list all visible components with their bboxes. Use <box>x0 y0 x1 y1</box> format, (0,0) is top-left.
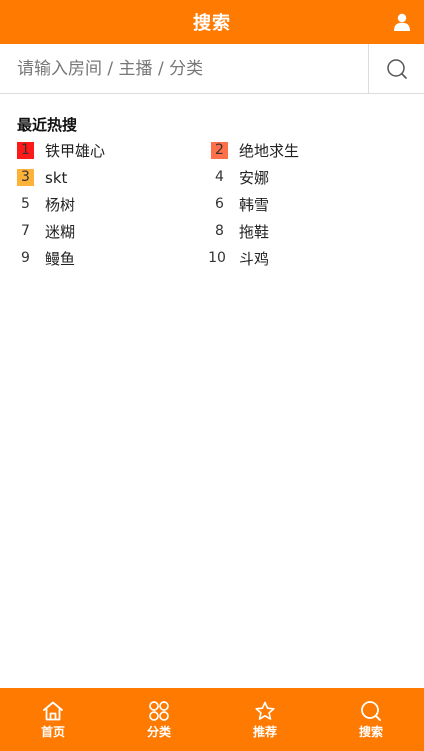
hot-search-item[interactable]: 3 skt <box>17 164 211 191</box>
tab-category[interactable]: 分类 <box>106 688 212 751</box>
hot-search-keyword: 拖鞋 <box>239 223 270 241</box>
hot-search-keyword: 斗鸡 <box>239 250 270 268</box>
hot-search-keyword: 迷糊 <box>45 223 76 241</box>
bottom-tab-bar: 首页 分类 推荐 搜索 <box>0 688 424 751</box>
hot-search-item[interactable]: 2 绝地求生 <box>211 137 405 164</box>
search-button[interactable] <box>368 44 424 93</box>
hot-search-item[interactable]: 8 拖鞋 <box>211 218 405 245</box>
search-bar <box>0 44 424 94</box>
hot-search-keyword: 杨树 <box>45 196 76 214</box>
star-icon <box>255 701 275 720</box>
hot-search-item[interactable]: 10 斗鸡 <box>208 245 405 272</box>
tab-home[interactable]: 首页 <box>0 688 106 751</box>
hot-search-item[interactable]: 5 杨树 <box>17 191 211 218</box>
rank-number: 6 <box>215 196 224 212</box>
search-input[interactable] <box>0 44 368 93</box>
tab-label: 推荐 <box>252 725 277 739</box>
hot-search-keyword: 绝地求生 <box>239 142 300 160</box>
rank-number: 10 <box>208 250 226 266</box>
hot-search-item[interactable]: 7 迷糊 <box>17 218 211 245</box>
hot-search-keyword: 铁甲雄心 <box>45 142 106 160</box>
user-icon[interactable] <box>390 10 414 34</box>
hot-search-keyword: skt <box>45 168 68 187</box>
hot-search-item[interactable]: 4 安娜 <box>211 164 405 191</box>
home-icon <box>43 701 63 721</box>
hot-search-heading: 最近热搜 <box>17 116 78 134</box>
tab-label: 分类 <box>146 725 171 739</box>
search-icon <box>361 701 381 721</box>
tab-recommend[interactable]: 推荐 <box>212 688 318 751</box>
top-bar: 搜索 <box>0 0 424 44</box>
rank-badge: 1 <box>17 142 34 159</box>
tab-label: 搜索 <box>358 725 383 739</box>
rank-number: 4 <box>215 169 224 185</box>
rank-number: 9 <box>21 250 30 266</box>
hot-search-item[interactable]: 1 铁甲雄心 <box>17 137 211 164</box>
rank-badge: 3 <box>17 169 34 186</box>
hot-search-item[interactable]: 9 鳗鱼 <box>17 245 211 272</box>
hot-search-keyword: 韩雪 <box>239 196 270 214</box>
tab-search[interactable]: 搜索 <box>318 688 424 751</box>
rank-badge: 2 <box>211 142 228 159</box>
rank-number: 7 <box>21 223 30 239</box>
rank-number: 5 <box>21 196 30 212</box>
hot-search-keyword: 安娜 <box>239 169 270 187</box>
hot-search-keyword: 鳗鱼 <box>45 250 76 268</box>
hot-search-item[interactable]: 6 韩雪 <box>211 191 405 218</box>
tab-label: 首页 <box>40 725 65 739</box>
category-icon <box>149 701 169 721</box>
page-title: 搜索 <box>193 13 231 34</box>
search-icon <box>386 58 407 79</box>
hot-search-list: 1 铁甲雄心 2 绝地求生 3 skt 4 安娜 5 杨树 6 韩雪 7 迷糊 … <box>17 137 417 272</box>
rank-number: 8 <box>215 223 224 239</box>
